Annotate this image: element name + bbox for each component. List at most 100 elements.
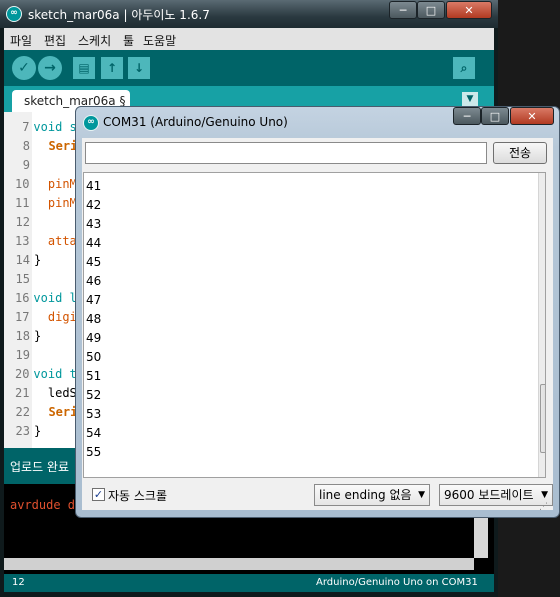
output-line: 52 [86, 388, 102, 402]
arduino-logo-icon: ∞ [6, 6, 22, 22]
line-number: 23 [15, 424, 30, 438]
output-line: 50 [86, 350, 102, 364]
send-input[interactable] [85, 142, 487, 164]
tab-menu-chevron-down-icon[interactable]: ▼ [462, 92, 478, 106]
line-number: 11 [14, 196, 30, 210]
code-line: 13 attac [4, 232, 84, 251]
output-line: 42 [86, 198, 102, 212]
line-number: 22 [15, 405, 30, 419]
code-line: 12 [4, 213, 84, 232]
line-number: 13 [14, 234, 30, 248]
board-port-info: Arduino/Genuino Uno on COM31 [316, 577, 478, 588]
line-number: 19 [15, 348, 30, 362]
line-number: 18 [15, 329, 30, 343]
line-number: 7 [22, 120, 30, 134]
resize-grip-icon[interactable]: ⋰ [539, 502, 549, 512]
ide-titlebar: ∞ sketch_mar06a | 아두이노 1.6.7 ─ □ ✕ [0, 0, 498, 28]
output-line: 43 [86, 217, 102, 231]
code-text: } [34, 329, 42, 343]
code-line: 20 void to [4, 365, 84, 384]
line-number: 20 [14, 367, 30, 381]
verify-check-icon[interactable]: ✓ [12, 56, 36, 80]
close-button[interactable]: ✕ [446, 1, 492, 19]
serial-window-title: COM31 (Arduino/Genuino Uno) [103, 115, 288, 129]
code-line: 9 [4, 156, 84, 175]
line-ending-select[interactable]: line ending 없음 ▼ [314, 484, 430, 506]
serial-maximize-button[interactable]: □ [481, 107, 509, 125]
baud-rate-select[interactable]: 9600 보드레이트 ▼ [439, 484, 553, 506]
chevron-down-icon: ▼ [418, 490, 425, 500]
output-line: 51 [86, 369, 102, 383]
menu-sketch[interactable]: 스케치 [78, 32, 111, 49]
line-ending-value: line ending 없음 [319, 488, 412, 502]
open-up-arrow-icon[interactable]: ↑ [101, 57, 123, 79]
code-line: 19 [4, 346, 84, 365]
console-horizontal-scrollbar[interactable] [4, 558, 474, 570]
status-text: 업로드 완료 [10, 460, 70, 474]
code-lines: 7 void se 8 Seri 9 10 pinMo 11 pinMo 12 13 atta… [4, 118, 84, 441]
code-text: Seri [34, 139, 78, 153]
menu-help[interactable]: 도움말 [143, 32, 176, 49]
serial-monitor-window: ∞ COM31 (Arduino/Genuino Uno) ─ □ ✕ 전송 4… [75, 106, 560, 518]
new-file-icon[interactable]: ▤ [73, 57, 95, 79]
minimize-button[interactable]: ─ [389, 1, 417, 19]
code-line: 23} [4, 422, 84, 441]
code-line: 14} [4, 251, 84, 270]
code-text: } [34, 424, 42, 438]
current-line-number: 12 [12, 577, 25, 588]
code-line: 10 pinMo [4, 175, 84, 194]
code-line: 17 digit [4, 308, 84, 327]
output-lines: 41 42 43 44 45 46 47 48 49 50 51 52 53 54 55 [84, 173, 545, 462]
line-number: 9 [22, 158, 30, 172]
output-line: 54 [86, 426, 102, 440]
line-number: 15 [15, 272, 30, 286]
save-down-arrow-icon[interactable]: ↓ [128, 57, 150, 79]
serial-bottom-controls: ✓ 자동 스크롤 line ending 없음 ▼ 9600 보드레이트 ▼ [82, 480, 553, 510]
output-line: 48 [86, 312, 102, 326]
output-line: 44 [86, 236, 102, 250]
line-number: 10 [14, 177, 30, 191]
output-line: 45 [86, 255, 102, 269]
arduino-logo-icon: ∞ [83, 115, 99, 131]
bottom-status-bar: 12 Arduino/Genuino Uno on COM31 [4, 574, 494, 592]
line-number: 14 [15, 253, 30, 267]
console-scrollbar[interactable] [474, 516, 488, 558]
code-line: 11 pinMo [4, 194, 84, 213]
code-line: 8 Seri [4, 137, 84, 156]
line-number: 21 [14, 386, 30, 400]
serial-output: 41 42 43 44 45 46 47 48 49 50 51 52 53 54 55 [83, 172, 546, 478]
line-number: 17 [14, 310, 30, 324]
code-line: 16 void le [4, 289, 84, 308]
send-button[interactable]: 전송 [493, 142, 547, 164]
menu-edit[interactable]: 편집 [44, 32, 66, 49]
menu-bar: 파일 편집 스케치 툴 도움말 [4, 28, 494, 50]
output-line: 46 [86, 274, 102, 288]
autoscroll-label: 자동 스크롤 [108, 489, 168, 503]
line-number: 8 [22, 139, 30, 153]
output-scrollbar[interactable] [538, 173, 545, 477]
serial-monitor-magnifier-icon[interactable]: ⌕ [453, 57, 475, 79]
baud-rate-value: 9600 보드레이트 [444, 488, 534, 502]
code-line: 18} [4, 327, 84, 346]
scrollbar-thumb[interactable] [540, 384, 545, 453]
output-line: 47 [86, 293, 102, 307]
autoscroll-checkbox[interactable]: ✓ [92, 488, 105, 501]
output-line: 53 [86, 407, 102, 421]
maximize-button[interactable]: □ [417, 1, 445, 19]
code-line: 22 Seri [4, 403, 84, 422]
output-line: 55 [86, 445, 102, 459]
menu-tools[interactable]: 툴 [123, 32, 134, 49]
toolbar: ✓ → ▤ ↑ ↓ ⌕ [4, 50, 494, 86]
code-line: 15 [4, 270, 84, 289]
upload-arrow-icon[interactable]: → [38, 56, 62, 80]
serial-minimize-button[interactable]: ─ [453, 107, 481, 125]
line-number: 16 [14, 291, 30, 305]
line-number: 12 [15, 215, 30, 229]
output-line: 49 [86, 331, 102, 345]
menu-file[interactable]: 파일 [10, 32, 32, 49]
serial-close-button[interactable]: ✕ [510, 107, 554, 125]
